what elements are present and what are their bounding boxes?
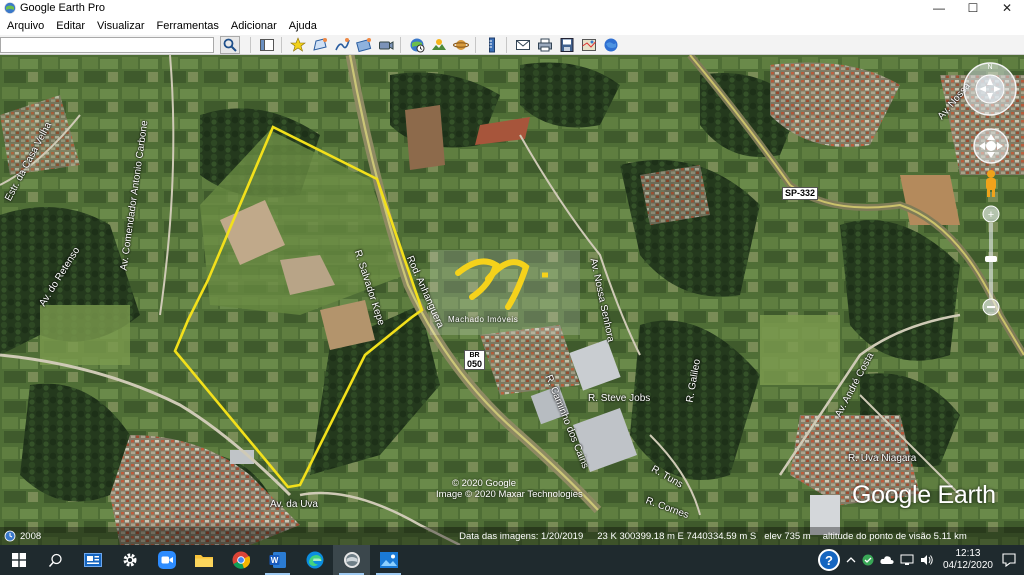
sunlight-icon[interactable] [429, 36, 449, 54]
road-shield-number: 050 [467, 359, 483, 369]
google-earth-logo: Google Earth [852, 481, 996, 509]
close-button[interactable]: ✕ [990, 0, 1024, 16]
history-clock-icon [4, 530, 16, 542]
placemark-icon[interactable] [288, 36, 308, 54]
network-icon[interactable] [900, 554, 914, 566]
taskbar-clock[interactable]: 12:13 04/12/2020 [943, 548, 993, 572]
copyright-google: © 2020 Google [452, 478, 517, 489]
toolbar-separator [400, 36, 401, 53]
notifications-icon[interactable] [1002, 553, 1016, 567]
title-bar: Google Earth Pro — ☐ ✕ [0, 0, 1024, 16]
google-earth-app-icon [4, 2, 16, 14]
google-earth-icon[interactable] [333, 545, 370, 575]
toolbar-separator [250, 36, 251, 53]
photos-icon[interactable] [370, 545, 407, 575]
road-shield-sp332: SP-332 [782, 187, 819, 200]
move-control[interactable] [972, 127, 1010, 170]
earth-view-icon[interactable] [601, 36, 621, 54]
search-icon[interactable] [37, 545, 74, 575]
toolbar-separator [506, 36, 507, 53]
eye-altitude-readout: altitude do ponto de visão 5.11 km [822, 530, 967, 542]
map-view[interactable]: Estr. da Casa Velha Av. Comendador Anton… [0, 55, 1024, 545]
window-title: Google Earth Pro [20, 2, 105, 14]
maximize-button[interactable]: ☐ [956, 0, 990, 16]
ruler-icon[interactable] [482, 36, 502, 54]
polygon-icon[interactable] [310, 36, 330, 54]
menu-bar: Arquivo Editar Visualizar Ferramentas Ad… [0, 16, 1024, 35]
system-tray: ? 12:13 04/12/2020 [815, 545, 1024, 575]
help-icon[interactable]: ? [817, 549, 840, 571]
minimize-button[interactable]: — [922, 0, 956, 16]
menu-ferramentas[interactable]: Ferramentas [150, 20, 224, 32]
path-icon[interactable] [332, 36, 352, 54]
google-earth-window: Google Earth Pro — ☐ ✕ Arquivo Editar Vi… [0, 0, 1024, 575]
road-label: Av. da Uva [270, 499, 318, 510]
menu-visualizar[interactable]: Visualizar [90, 20, 150, 32]
windows-start-icon[interactable] [0, 545, 37, 575]
historical-imagery-icon[interactable] [407, 36, 427, 54]
imagery-date: Data das imagens: 1/20/2019 [459, 530, 584, 542]
road-label: R. Steve Jobs [588, 393, 651, 404]
historical-imagery-badge[interactable]: 2008 [4, 530, 41, 542]
security-icon[interactable] [862, 554, 874, 566]
elevation-readout: elev 735 m [764, 530, 811, 542]
menu-ajuda[interactable]: Ajuda [282, 20, 322, 32]
tray-expand-icon[interactable] [846, 556, 856, 564]
zoom-icon[interactable] [148, 545, 185, 575]
edge-icon[interactable] [296, 545, 333, 575]
imagery-year: 2008 [20, 530, 42, 542]
volume-icon[interactable] [920, 554, 934, 566]
look-control[interactable]: N [962, 61, 1018, 122]
toolbar-separator [281, 36, 282, 53]
search-input[interactable] [0, 36, 214, 53]
svg-text:+: + [988, 209, 994, 221]
maps-icon[interactable] [579, 36, 599, 54]
save-image-icon[interactable] [557, 36, 577, 54]
settings-icon[interactable] [111, 545, 148, 575]
clock-date: 04/12/2020 [942, 560, 993, 571]
record-tour-icon[interactable] [376, 36, 396, 54]
clock-time: 12:13 [955, 548, 981, 559]
windows-taskbar: W ? 12:13 04/12/2020 [0, 545, 1024, 575]
menu-arquivo[interactable]: Arquivo [0, 20, 49, 32]
cloud-icon[interactable] [880, 555, 894, 565]
cursor-coordinates: 23 K 300399.18 m E 7440334.59 m S [597, 530, 757, 542]
copyright-maxar: Image © 2020 Maxar Technologies [436, 489, 583, 500]
zoom-slider[interactable]: + [982, 205, 1000, 322]
svg-text:N: N [987, 64, 992, 71]
word-icon[interactable]: W [259, 545, 296, 575]
print-icon[interactable] [535, 36, 555, 54]
watermark-logo-icon [430, 250, 580, 335]
menu-editar[interactable]: Editar [49, 20, 90, 32]
search-icon[interactable] [220, 35, 240, 54]
toolbar-separator [475, 36, 476, 53]
realestate-watermark: Machado Imóveis [430, 235, 590, 355]
news-icon[interactable] [74, 545, 111, 575]
status-bar: 2008 Data das imagens: 1/20/2019 23 K 30… [0, 527, 1024, 545]
road-label: R. Uva Niagara [848, 453, 917, 464]
toolbar [0, 35, 1024, 55]
sidebar-icon[interactable] [257, 36, 277, 54]
planets-icon[interactable] [451, 36, 471, 54]
chrome-icon[interactable] [222, 545, 259, 575]
street-view-pegman-icon[interactable] [983, 169, 999, 204]
image-overlay-icon[interactable] [354, 36, 374, 54]
menu-adicionar[interactable]: Adicionar [224, 20, 282, 32]
file-explorer-icon[interactable] [185, 545, 222, 575]
watermark-text: Machado Imóveis [448, 315, 519, 324]
email-icon[interactable] [513, 36, 533, 54]
svg-text:W: W [270, 556, 278, 565]
